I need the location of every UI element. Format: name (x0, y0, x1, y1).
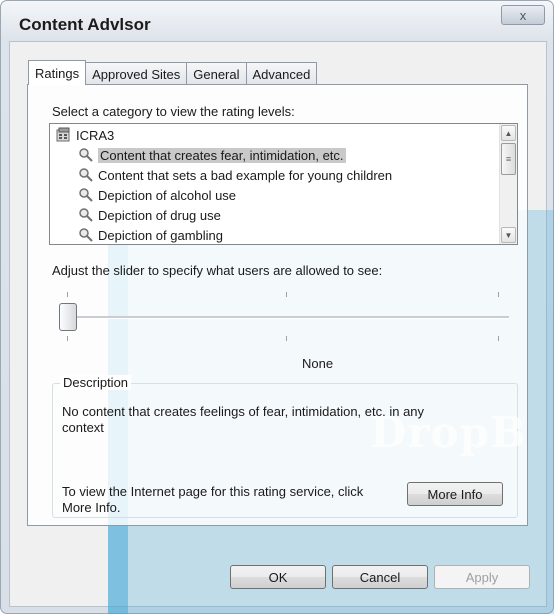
level-name: None (302, 356, 334, 371)
list-item-label: Depiction of gambling (98, 227, 224, 243)
slider-tick (498, 336, 499, 341)
close-button[interactable]: x (501, 5, 545, 25)
tab-ratings[interactable]: Ratings (28, 60, 87, 85)
chevron-up-icon: ▲ (504, 128, 513, 138)
chevron-down-icon: ▼ (504, 230, 513, 240)
ratings-service-icon (56, 127, 72, 143)
list-item-gambling[interactable]: Depiction of gambling (78, 225, 517, 244)
window-title: Content Advlsor (19, 15, 151, 34)
slider-tick (498, 292, 499, 297)
close-icon: x (519, 7, 527, 23)
tab-strip: Ratings Approved Sites General Advanced (28, 60, 318, 85)
tab-general[interactable]: General (186, 62, 247, 85)
slider-prompt: Adjust the slider to specify what users … (52, 263, 383, 278)
slider-tick (286, 336, 287, 341)
list-item-label: Depiction of alcohol use (98, 187, 237, 203)
slider-track[interactable] (62, 316, 509, 319)
magnifier-key-icon (78, 227, 94, 243)
cancel-button[interactable]: Cancel (332, 565, 428, 589)
magnifier-key-icon (78, 187, 94, 203)
scroll-down-button[interactable]: ▼ (501, 227, 516, 243)
list-scrollbar[interactable]: ▲ ≡ ▼ (499, 124, 517, 244)
tab-advanced[interactable]: Advanced (245, 62, 318, 85)
scroll-thumb[interactable]: ≡ (501, 143, 516, 175)
more-info-text: To view the Internet page for this ratin… (62, 484, 364, 515)
scroll-up-button[interactable]: ▲ (501, 125, 516, 141)
category-list[interactable]: ICRA3 Content that creates fear, intimid… (49, 123, 518, 245)
list-item-fear[interactable]: Content that creates fear, intimidation,… (78, 145, 517, 165)
slider-tick (67, 336, 68, 341)
tab-approved-sites[interactable]: Approved Sites (85, 62, 188, 85)
list-item-label: Depiction of drug use (98, 207, 221, 223)
magnifier-key-icon (78, 207, 94, 223)
slider-tick (286, 292, 287, 297)
list-item-icra3[interactable]: ICRA3 (56, 125, 517, 145)
slider-tick (67, 292, 68, 297)
category-prompt: Select a category to view the rating lev… (52, 104, 295, 119)
watermark-text: DropB (370, 408, 527, 457)
list-item-bad-example[interactable]: Content that sets a bad example for youn… (78, 165, 517, 185)
list-item-drug[interactable]: Depiction of drug use (78, 205, 517, 225)
description-legend: Description (60, 375, 132, 390)
list-item-alcohol[interactable]: Depiction of alcohol use (78, 185, 517, 205)
magnifier-key-icon (78, 147, 94, 163)
list-item-label: ICRA3 (76, 127, 115, 143)
apply-button[interactable]: Apply (434, 565, 530, 589)
list-item-label: Content that sets a bad example for youn… (98, 167, 393, 183)
more-info-button[interactable]: More Info (407, 482, 503, 506)
slider-thumb[interactable] (59, 303, 77, 331)
magnifier-key-icon (78, 167, 94, 183)
list-item-label: Content that creates fear, intimidation,… (98, 147, 346, 163)
ok-button[interactable]: OK (230, 565, 326, 589)
grip-icon: ≡ (505, 154, 512, 164)
